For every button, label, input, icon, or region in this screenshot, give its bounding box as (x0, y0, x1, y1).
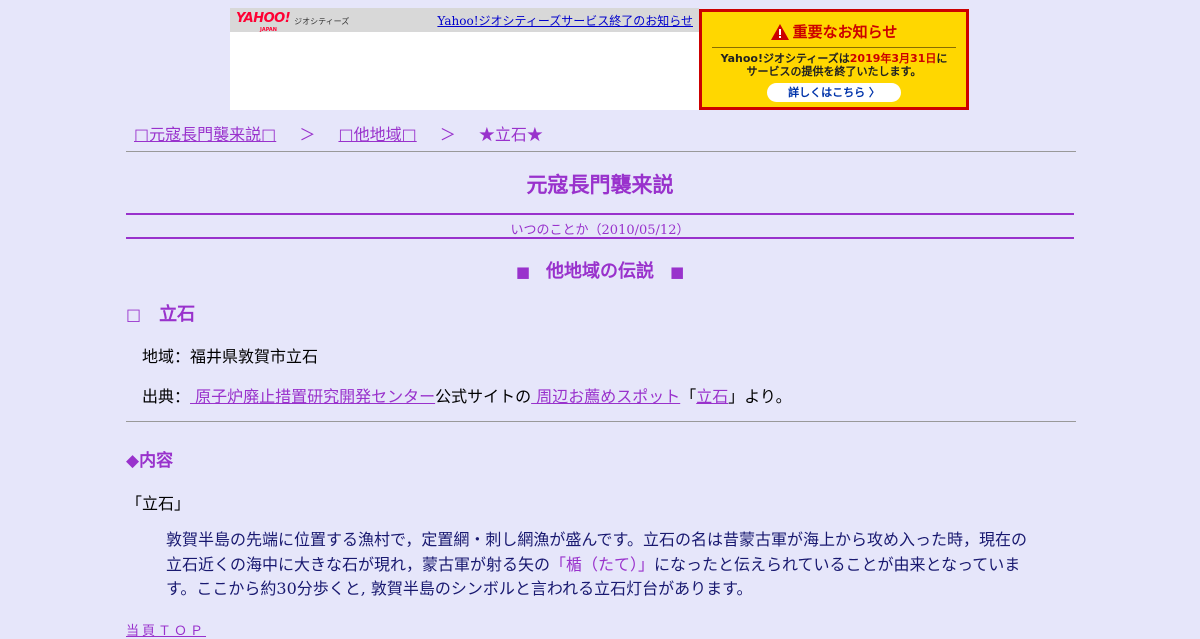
geocities-label: ジオシティーズ (294, 17, 350, 26)
body-text-highlight: 「楯（たて）」 (550, 554, 655, 574)
item-title: 立石 (159, 304, 196, 325)
item-marker: □ (126, 305, 142, 324)
section-title-text: 他地域の伝説 (546, 261, 654, 282)
quote-label: 「立石」 (126, 494, 191, 513)
region-label: 地域： (142, 347, 191, 366)
breadcrumb-separator: ＞ (299, 125, 316, 144)
notice-end-date: 2019年3月31日 (849, 52, 937, 65)
breadcrumb-other-regions-link[interactable]: □他地域□ (338, 125, 416, 144)
section-marker: ■ (515, 263, 530, 281)
divider (126, 151, 1076, 152)
section-title: ■ 他地域の伝説 ■ (126, 257, 1074, 283)
yahoo-logo-sub: JAPAN (260, 27, 277, 33)
notice-body-3: サービスの提供を終了いたします。 (746, 65, 922, 78)
source-quote-open: 「 (680, 387, 697, 406)
source-link-spots[interactable]: 周辺お薦めスポット (531, 387, 680, 406)
breadcrumb-current: ★立石★ (478, 125, 543, 144)
notice-body-2: に (936, 52, 948, 65)
source-line: 出典： 原子炉廃止措置研究開発センター公式サイトの 周辺お薦めスポット「立石」よ… (142, 383, 792, 407)
source-quote-close: 」より。 (728, 387, 792, 406)
region-line: 地域：福井県敦賀市立石 (142, 343, 318, 367)
service-end-notice-link[interactable]: Yahoo!ジオシティーズサービス終了のお知らせ (437, 12, 693, 29)
warning-icon (770, 23, 789, 40)
source-mid: 公式サイトの (435, 387, 532, 406)
page-title: 元寇長門襲来説 (526, 172, 674, 197)
body-text: 敦賀半島の先端に位置する漁村で，定置網・刺し網漁が盛んです。立石の名は昔蒙古軍が… (166, 528, 1034, 602)
yahoo-banner: YAHOO! JAPAN ジオシティーズ Yahoo!ジオシティーズサービス終了… (230, 8, 699, 110)
source-label: 出典： (142, 387, 191, 406)
breadcrumb: □元寇長門襲来説□ ＞ □他地域□ ＞ ★立石★ (134, 121, 543, 145)
yahoo-logo[interactable]: YAHOO! JAPAN (236, 12, 291, 33)
breadcrumb-separator: ＞ (439, 125, 456, 144)
notice-title-row: 重要なお知らせ (702, 21, 966, 42)
source-link-tateishi[interactable]: 立石 (696, 387, 728, 406)
region-value: 福井県敦賀市立石 (190, 347, 319, 366)
yahoo-bar: YAHOO! JAPAN ジオシティーズ Yahoo!ジオシティーズサービス終了… (230, 8, 699, 33)
notice-title: 重要なお知らせ (792, 23, 898, 41)
item-heading: □ 立石 (126, 300, 195, 326)
page-subtitle: いつのことか（2010/05/12） (510, 223, 690, 238)
notice-body: Yahoo!ジオシティーズは2019年3月31日に サービスの提供を終了いたしま… (702, 52, 966, 78)
title-divider-bottom (126, 237, 1074, 239)
title-divider-top (126, 213, 1074, 215)
notice-body-1: Yahoo!ジオシティーズは (720, 52, 850, 65)
breadcrumb-home-link[interactable]: □元寇長門襲来説□ (134, 125, 276, 144)
section-marker: ■ (670, 263, 685, 281)
divider (126, 421, 1076, 422)
important-notice-ad[interactable]: 重要なお知らせ Yahoo!ジオシティーズは2019年3月31日に サービスの提… (699, 9, 969, 110)
details-button[interactable]: 詳しくはこちら 〉 (767, 83, 901, 102)
notice-divider (712, 47, 956, 48)
yahoo-logo-wrap: YAHOO! JAPAN ジオシティーズ (236, 12, 350, 33)
content-heading: ◆内容 (126, 451, 174, 471)
source-link-center[interactable]: 原子炉廃止措置研究開発センター (190, 387, 435, 406)
